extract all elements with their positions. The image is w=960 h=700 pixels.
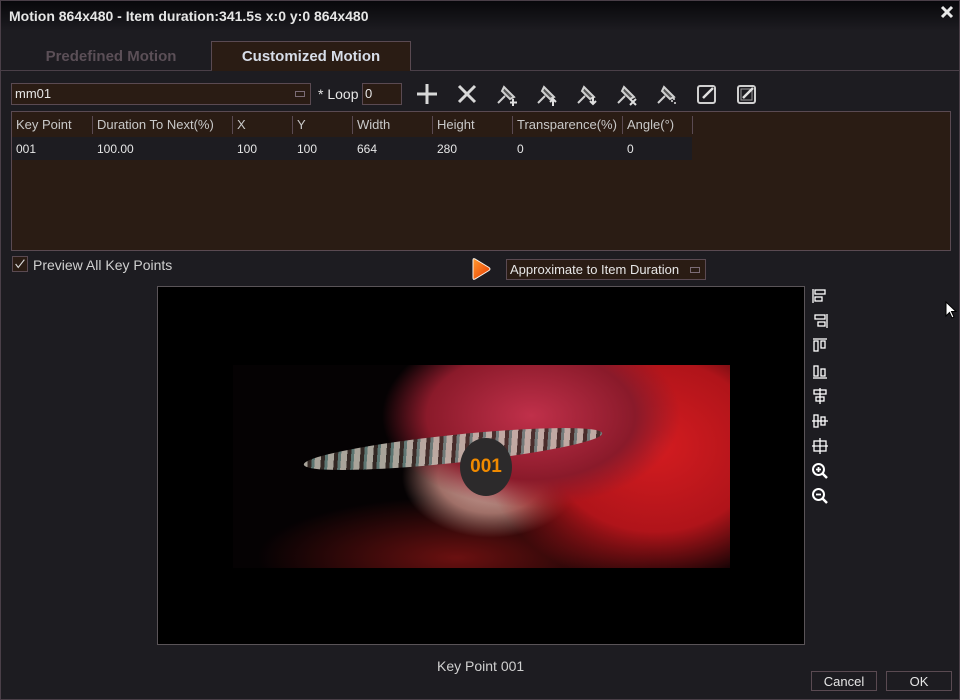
column-header[interactable]: Transparence(%) [512, 116, 617, 134]
edit-all-icon [737, 85, 756, 104]
ok-button[interactable]: OK [886, 671, 952, 691]
column-header[interactable]: Y [292, 116, 306, 134]
cell-width: 664 [357, 142, 378, 156]
pin-down-button[interactable] [574, 81, 600, 107]
window-title: Motion 864x480 - Item duration:341.5s x:… [9, 8, 369, 24]
cell-angle: 0 [627, 142, 634, 156]
cell-transparence: 0 [517, 142, 524, 156]
close-icon [940, 5, 954, 19]
zoom-in-button[interactable] [811, 462, 829, 480]
pin-add-button[interactable] [494, 81, 520, 107]
edit-button[interactable] [694, 81, 720, 107]
image-detail [302, 419, 604, 479]
center-vertical-button[interactable] [811, 412, 829, 430]
dropdown-icon [295, 91, 305, 97]
pin-up-button[interactable] [534, 81, 560, 107]
preview-canvas[interactable]: 001 [157, 286, 805, 645]
keypoint-marker[interactable]: 001 [460, 438, 512, 496]
align-left-button[interactable] [811, 287, 829, 305]
center-vertical-icon [812, 414, 828, 428]
column-header[interactable]: Duration To Next(%) [92, 116, 214, 134]
align-bottom-icon [813, 365, 827, 379]
align-bottom-button[interactable] [811, 362, 829, 380]
loop-input[interactable]: 0 [362, 83, 402, 105]
center-both-button[interactable] [811, 437, 829, 455]
delete-keypoint-button[interactable] [454, 81, 480, 107]
close-button[interactable] [940, 5, 954, 19]
align-left-icon [812, 289, 826, 303]
align-right-icon [814, 314, 828, 328]
zoom-out-button[interactable] [811, 487, 829, 505]
cell-duration: 100.00 [97, 142, 134, 156]
preview-all-label: Preview All Key Points [33, 257, 173, 273]
cell-x: 100 [237, 142, 258, 156]
column-header[interactable]: Width [352, 116, 390, 134]
title-bar: Motion 864x480 - Item duration:341.5s x:… [1, 1, 959, 31]
motion-name-select[interactable]: mm01 [11, 83, 311, 105]
center-horizontal-button[interactable] [811, 387, 829, 405]
table-row[interactable]: 001 100.00 100 100 664 280 0 0 [12, 137, 692, 160]
pin-down-icon [577, 85, 597, 106]
column-header[interactable]: Angle(°) [622, 116, 674, 134]
table-header: Key Point Duration To Next(%) X Y Width … [12, 112, 950, 137]
cell-key-point: 001 [16, 142, 37, 156]
add-keypoint-button[interactable] [414, 81, 440, 107]
cell-y: 100 [297, 142, 318, 156]
column-header[interactable]: X [232, 116, 246, 134]
play-icon [472, 258, 491, 280]
pin-clear-button[interactable] [654, 81, 680, 107]
delete-icon [457, 84, 477, 104]
cancel-button[interactable]: Cancel [811, 671, 877, 691]
center-both-icon [812, 438, 828, 454]
keypoint-table: Key Point Duration To Next(%) X Y Width … [11, 111, 951, 251]
duration-mode-select[interactable]: Approximate to Item Duration [506, 259, 706, 280]
tab-divider [1, 70, 959, 71]
checkmark-icon [15, 259, 25, 269]
dropdown-icon [690, 267, 700, 273]
pin-delete-icon [617, 85, 637, 106]
align-top-icon [813, 338, 827, 352]
edit-icon [697, 85, 716, 104]
edit-all-button[interactable] [734, 81, 760, 107]
add-icon [417, 84, 437, 104]
keypoint-caption: Key Point 001 [437, 658, 525, 674]
motion-dialog: Motion 864x480 - Item duration:341.5s x:… [0, 0, 960, 700]
tab-predefined-motion[interactable]: Predefined Motion [11, 41, 211, 71]
column-header[interactable]: Height [432, 116, 475, 134]
align-top-button[interactable] [811, 337, 829, 355]
pin-delete-button[interactable] [614, 81, 640, 107]
play-button[interactable] [471, 258, 491, 280]
pin-up-icon [537, 85, 557, 106]
pin-clear-icon [657, 85, 676, 104]
tab-customized-motion[interactable]: Customized Motion [211, 41, 411, 71]
cell-height: 280 [437, 142, 458, 156]
loop-label: * Loop [318, 86, 359, 102]
zoom-out-icon [812, 488, 828, 504]
pin-add-icon [497, 85, 517, 106]
media-thumbnail[interactable]: 001 [233, 365, 730, 568]
mouse-cursor-icon [945, 301, 957, 319]
center-horizontal-icon [813, 388, 827, 404]
align-right-button[interactable] [811, 312, 829, 330]
column-header[interactable]: Key Point [12, 116, 72, 134]
motion-name-value: mm01 [15, 86, 52, 101]
duration-mode-value: Approximate to Item Duration [510, 262, 680, 277]
zoom-in-icon [812, 463, 828, 479]
preview-all-checkbox[interactable] [12, 256, 28, 272]
